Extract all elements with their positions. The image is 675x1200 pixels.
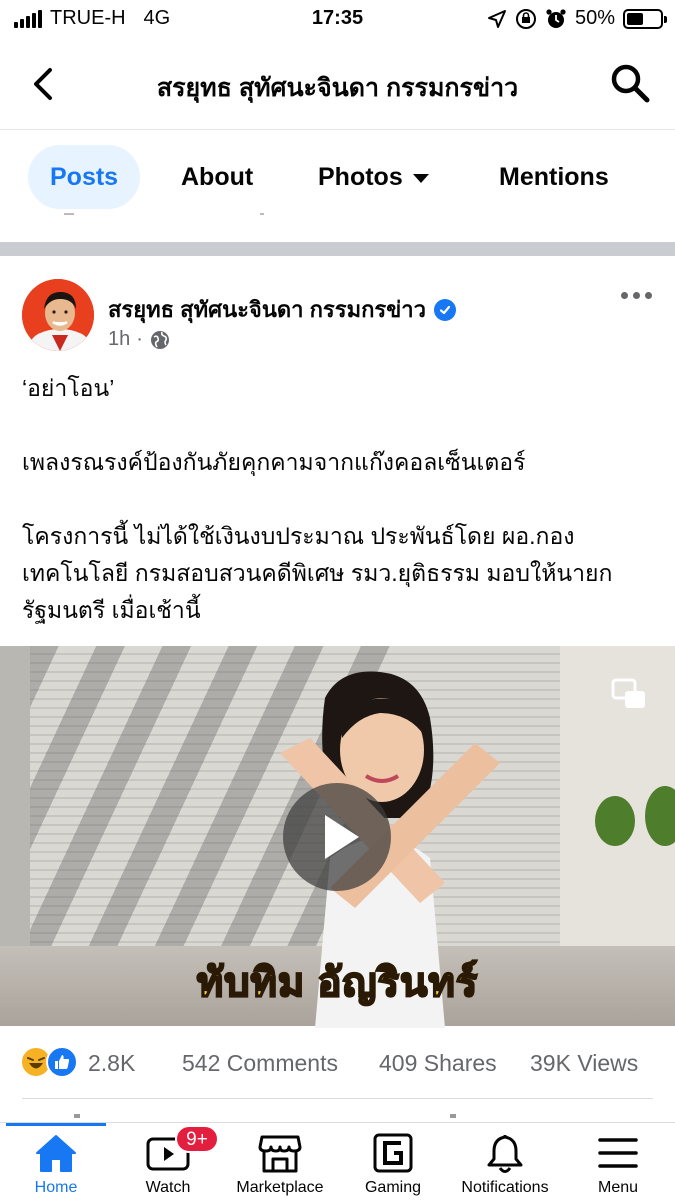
tab-about[interactable]: About [181, 145, 253, 209]
play-button[interactable] [283, 783, 391, 891]
post-text: ‘อย่าโอน’ เพลงรณรงค์ป้องกันภัยคุกคามจากแ… [22, 370, 662, 629]
post-text-line: เพลงรณรงค์ป้องกันภัยคุกคามจากแก๊งคอลเซ็น… [22, 449, 526, 475]
watch-badge: 9+ [175, 1125, 219, 1153]
page-title: สรยุทธ สุทัศนะจินดา กรรมกรข่าว [156, 74, 519, 102]
bottom-tab-bar: Home 9+ Watch Marketplace Gaming Notific… [0, 1122, 675, 1200]
post-text-line: ‘อย่าโอน’ [22, 375, 115, 401]
post-text-line: โครงการนี้ ไม่ได้ใช้เงินงบประมาณ ประพันธ… [22, 523, 613, 623]
bell-icon [487, 1135, 523, 1173]
more-options-icon[interactable] [621, 292, 653, 304]
menu-icon [598, 1138, 638, 1168]
alarm-icon [546, 8, 566, 28]
nav-menu-label: Menu [597, 1179, 639, 1196]
marketplace-icon [258, 1135, 302, 1173]
nav-marketplace-label: Marketplace [236, 1179, 324, 1196]
tab-photos[interactable]: Photos [318, 145, 429, 209]
scrolled-content-edge [74, 1114, 456, 1118]
nav-gaming[interactable]: Gaming [337, 1131, 449, 1200]
orientation-lock-icon [515, 8, 536, 29]
globe-icon [150, 330, 169, 349]
picture-in-picture-icon[interactable] [611, 678, 647, 710]
caret-down-icon [412, 173, 429, 183]
views-count[interactable]: 39K Views [530, 1050, 638, 1077]
verified-badge-icon [433, 298, 456, 321]
post-author-name[interactable]: สรยุทธ สุทัศนะจินดา กรรมกรข่าว [108, 292, 426, 327]
home-icon [36, 1135, 76, 1172]
post-stats: 2.8K 542 Comments 409 Shares 39K Views [0, 1040, 675, 1090]
battery-fill [627, 12, 643, 25]
plant-decoration [595, 796, 635, 846]
avatar[interactable] [22, 279, 94, 351]
tab-mentions[interactable]: Mentions [499, 145, 609, 209]
nav-watch-label: Watch [145, 1179, 191, 1196]
location-icon [487, 9, 506, 28]
tab-photos-label: Photos [318, 163, 403, 191]
search-icon[interactable] [609, 62, 651, 104]
like-reaction-icon [46, 1046, 78, 1078]
battery-icon [623, 8, 667, 29]
chevron-left-icon[interactable] [28, 64, 60, 104]
nav-notifications-label: Notifications [461, 1179, 549, 1196]
nav-marketplace[interactable]: Marketplace [224, 1131, 336, 1200]
nav-watch[interactable]: 9+ Watch [112, 1125, 224, 1200]
nav-gaming-label: Gaming [364, 1179, 422, 1196]
gaming-icon [373, 1133, 413, 1173]
video-caption: ทับทิม อัญรินทร์ [196, 960, 479, 1006]
nav-menu[interactable]: Menu [562, 1131, 674, 1200]
scrolled-content-edge [60, 213, 620, 219]
profile-tabs: Posts About Photos Mentions [0, 131, 675, 221]
active-tab-indicator [6, 1123, 106, 1126]
post-author[interactable]: สรยุทธ สุทัศนะจินดา กรรมกรข่าว [108, 292, 456, 327]
shares-count[interactable]: 409 Shares [379, 1050, 497, 1077]
status-right: 50% [487, 7, 667, 30]
tab-posts[interactable]: Posts [28, 145, 141, 209]
section-divider [0, 242, 675, 256]
avatar-portrait [22, 279, 94, 351]
battery-percent: 50% [574, 7, 615, 29]
meta-dot: · [136, 328, 143, 350]
nav-home-label: Home [34, 1179, 78, 1196]
comments-count[interactable]: 542 Comments [182, 1050, 338, 1077]
page-header: สรยุทธ สุทัศนะจินดา กรรมกรข่าว [0, 38, 675, 130]
stats-divider [22, 1098, 653, 1099]
reaction-count[interactable]: 2.8K [88, 1050, 135, 1077]
reaction-icons[interactable] [20, 1046, 80, 1080]
post-time[interactable]: 1h [108, 328, 130, 351]
nav-home[interactable]: Home [0, 1131, 112, 1200]
nav-notifications[interactable]: Notifications [449, 1131, 561, 1200]
post-meta: 1h · [108, 328, 171, 351]
status-bar: TRUE-H 4G 17:35 50% [0, 0, 675, 38]
watch-icon-wrap: 9+ [145, 1125, 219, 1175]
